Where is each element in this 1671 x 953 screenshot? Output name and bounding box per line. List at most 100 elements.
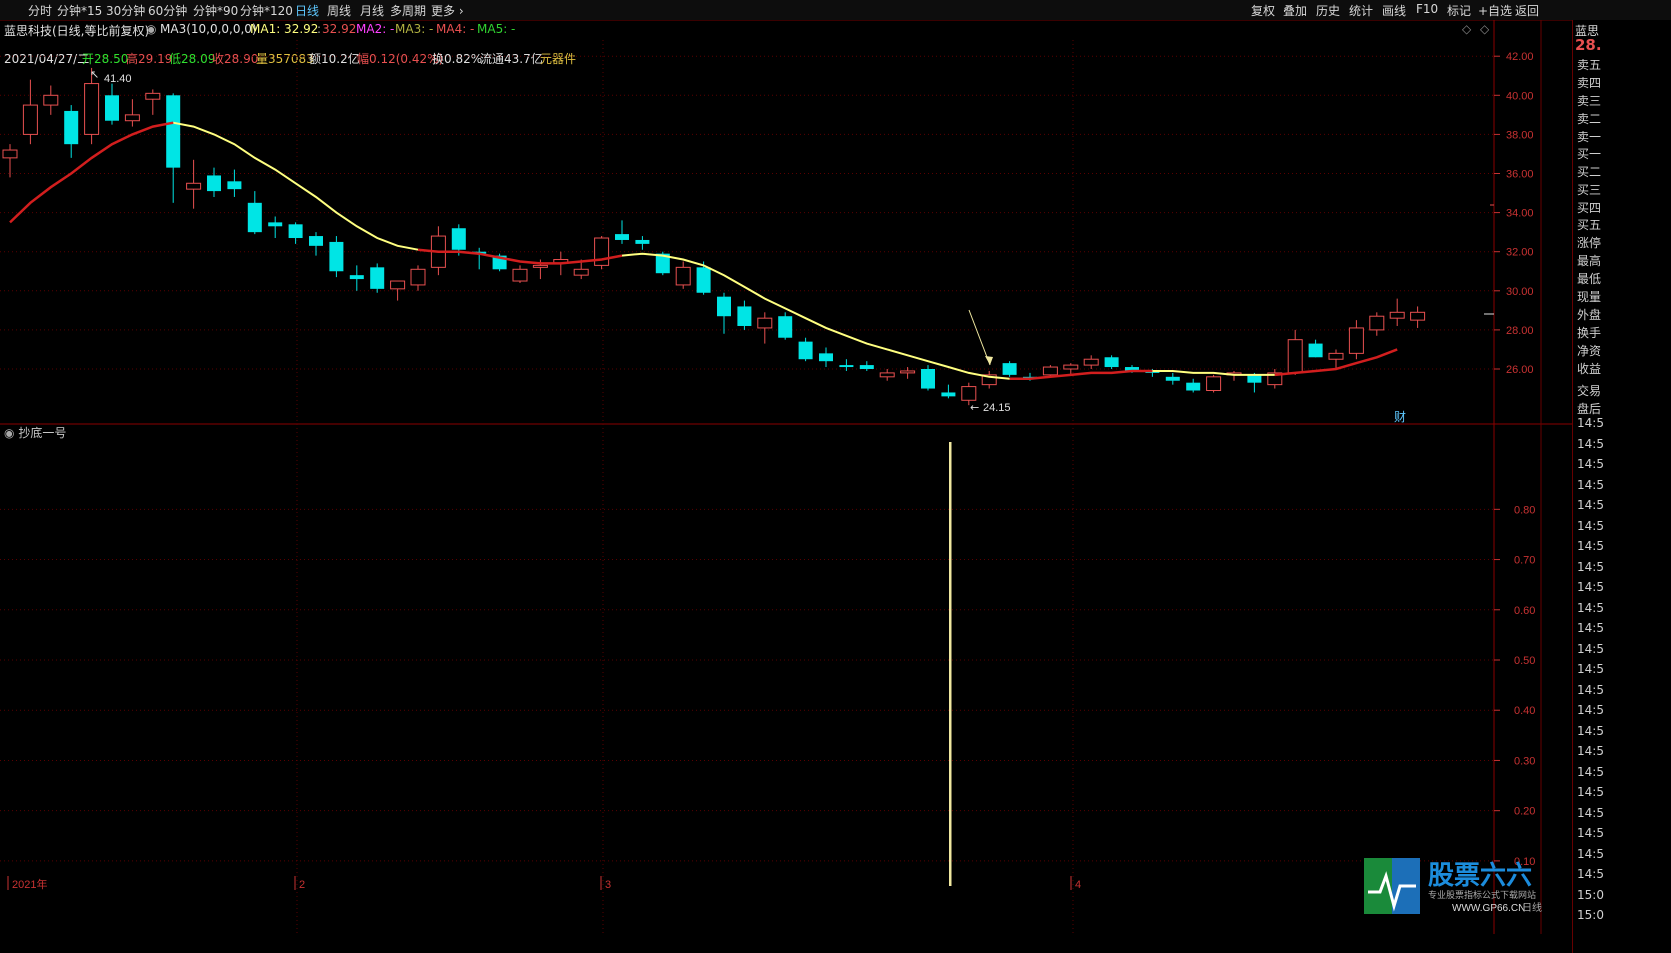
candle	[268, 216, 283, 239]
candle	[1104, 355, 1119, 369]
buy-signal-bar	[949, 442, 952, 886]
tool-button-7[interactable]: +自选	[1478, 2, 1512, 19]
side-row-label: 卖三	[1577, 94, 1602, 108]
candle	[1042, 365, 1058, 377]
finance-marker: 财	[1394, 410, 1406, 424]
x-axis-label: 3	[605, 879, 611, 891]
period-tab-5[interactable]: 分钟*120	[240, 2, 293, 19]
side-tick-time: 14:5	[1577, 723, 1604, 738]
side-row-label: 最低	[1577, 272, 1602, 286]
candle	[1165, 372, 1180, 385]
candle	[1369, 312, 1385, 336]
tool-button-0[interactable]: 复权	[1251, 2, 1275, 19]
side-tick-time: 14:5	[1577, 805, 1604, 820]
candle	[1267, 369, 1283, 389]
candle	[288, 222, 303, 244]
x-axis-label: 2	[299, 879, 305, 891]
candle	[64, 105, 79, 158]
candle	[349, 265, 364, 291]
period-tab-4[interactable]: 分钟*90	[193, 2, 238, 19]
period-tab-10[interactable]: 更多 ›	[431, 2, 464, 19]
candle	[1328, 349, 1344, 369]
candle	[1002, 361, 1017, 377]
side-row-label: 外盘	[1577, 308, 1602, 322]
side-row-label: 卖五	[1577, 58, 1602, 72]
kline-chart[interactable]: 26.00 28.00 30.00 32.00 34.00 36.00 38.00 40.00…	[0, 20, 1572, 934]
period-tab-7[interactable]: 周线	[327, 2, 351, 19]
quote-side-panel: 蓝思 28. 卖五 卖四 卖三 卖二 卖一 买一 买二 买三 买四 买五 涨停 最高 最低 现量 外盘 换手净…	[1572, 20, 1671, 953]
side-row-label: 盘后	[1577, 402, 1602, 416]
candle	[1348, 320, 1364, 360]
candle	[1410, 306, 1426, 328]
indicator-toggle-icon[interactable]: ◉	[4, 426, 14, 440]
price-tick-label: 40.00	[1506, 90, 1534, 102]
side-row-label: 涨停	[1577, 236, 1602, 250]
tool-button-2[interactable]: 历史	[1316, 2, 1340, 19]
candle	[186, 159, 202, 209]
side-tick-time: 14:5	[1577, 436, 1604, 451]
candle	[22, 79, 38, 145]
side-tick-time: 14:5	[1577, 457, 1604, 471]
tool-button-3[interactable]: 统计	[1349, 2, 1373, 19]
candle	[105, 83, 119, 125]
side-row-label: 买四	[1577, 201, 1602, 215]
candle	[1389, 298, 1405, 326]
side-tick-time: 14:5	[1577, 744, 1604, 758]
tool-button-8[interactable]: 返回	[1515, 2, 1539, 19]
candle	[717, 292, 731, 334]
side-row-label: 现量	[1577, 290, 1602, 304]
period-tab-1[interactable]: 分钟*15	[57, 2, 102, 19]
tool-button-1[interactable]: 叠加	[1283, 2, 1307, 19]
candle	[247, 191, 262, 235]
ma-line-red	[9, 121, 1398, 381]
indicator-tick-label: 0.80	[1514, 504, 1535, 516]
indicator-tick-label: 0.40	[1514, 705, 1535, 717]
candle	[859, 361, 874, 371]
candle	[1063, 363, 1079, 375]
svg-text:←: ←	[970, 401, 979, 414]
candle	[615, 220, 629, 244]
logo-badge: 日线	[1522, 901, 1542, 914]
side-row-label: 买五	[1577, 218, 1602, 232]
svg-text:↖: ↖	[90, 68, 99, 81]
period-tab-8[interactable]: 月线	[360, 2, 384, 19]
candle	[941, 384, 956, 399]
side-tick-time: 14:5	[1577, 785, 1604, 799]
period-tab-2[interactable]: 30分钟	[106, 2, 145, 19]
indicator-label[interactable]: ◉ 抄底一号	[4, 424, 66, 441]
tool-button-6[interactable]: 标记	[1447, 2, 1471, 19]
tool-button-5[interactable]: F10	[1416, 2, 1438, 16]
side-tick-time: 14:5	[1577, 498, 1604, 512]
period-tab-3[interactable]: 60分钟	[148, 2, 187, 19]
side-row-label: 交易	[1577, 384, 1602, 398]
candle	[879, 369, 895, 381]
candle	[757, 312, 773, 344]
side-row-label: 买一	[1577, 147, 1602, 161]
candle	[1186, 378, 1201, 393]
period-tab-9[interactable]: 多周期	[390, 2, 426, 19]
side-tick-time: 14:5	[1577, 600, 1604, 615]
candle	[207, 167, 221, 197]
candle	[819, 347, 833, 368]
indicator-tick-label: 0.30	[1514, 755, 1535, 767]
indicator-name: 抄底一号	[18, 426, 67, 440]
price-tick-label: 28.00	[1506, 325, 1534, 337]
price-tick-label: 26.00	[1506, 364, 1534, 376]
candle	[329, 236, 344, 278]
side-row-label: 买三	[1577, 183, 1602, 197]
candle	[635, 236, 650, 250]
x-axis-label: 4	[1075, 879, 1081, 891]
x-axis-label: 2021年	[12, 877, 47, 891]
logo-url: WWW.GP66.CN	[1452, 903, 1525, 914]
side-tick-time: 14:5	[1577, 477, 1604, 492]
tool-button-4[interactable]: 画线	[1382, 2, 1406, 19]
period-tab-6[interactable]: 日线	[295, 2, 319, 19]
candle	[981, 370, 997, 389]
side-tick-time: 14:5	[1577, 641, 1604, 656]
side-tick-time: 14:5	[1577, 826, 1604, 840]
high-price-marker: 41.40	[104, 73, 132, 85]
period-toolbar: 分时 分钟*15 30分钟 60分钟 分钟*90 分钟*120 日线 周线 月线 多周期 更多 › 复…	[0, 0, 1671, 21]
price-tick-label: 30.00	[1506, 286, 1534, 298]
period-tab-0[interactable]: 分时	[28, 2, 52, 19]
candle	[227, 169, 242, 197]
